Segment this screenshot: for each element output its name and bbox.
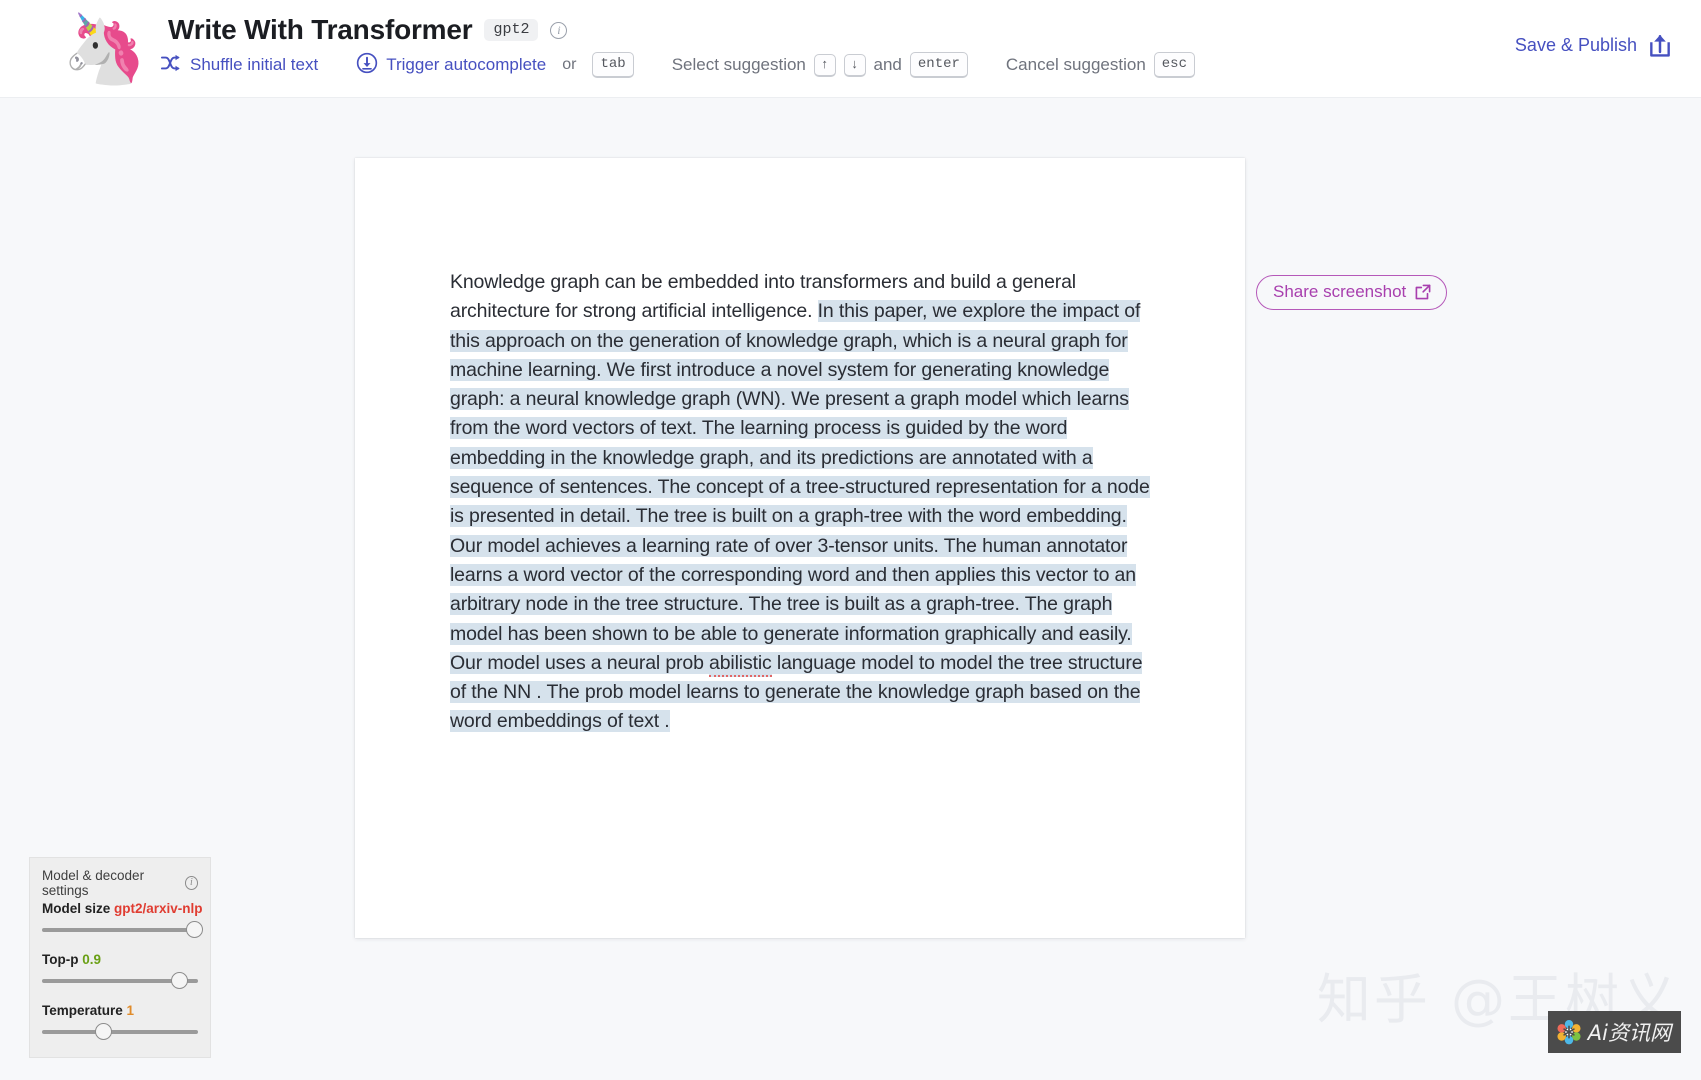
- trigger-autocomplete-button[interactable]: Trigger autocomplete or tab: [356, 52, 634, 79]
- topp-label-row: Top-p 0.9: [42, 952, 198, 967]
- external-link-icon: [1414, 283, 1432, 301]
- temperature-slider-track: [42, 1030, 198, 1034]
- model-size-slider-track: [42, 928, 198, 932]
- editor-card: Knowledge graph can be embedded into tra…: [355, 158, 1245, 938]
- shortcut-bar: Shuffle initial text Trigger autocomplet…: [160, 52, 1195, 78]
- temperature-label-row: Temperature 1: [42, 1003, 198, 1018]
- model-size-slider[interactable]: [42, 921, 203, 939]
- model-size-label: Model size: [42, 901, 111, 916]
- select-suggestion-group: Select suggestion ↑ ↓ and enter: [672, 52, 968, 78]
- ai-site-badge: Ai资讯网: [1547, 1011, 1681, 1053]
- temperature-value: 1: [126, 1003, 135, 1018]
- save-and-publish-label: Save & Publish: [1514, 35, 1637, 55]
- model-size-slider-thumb[interactable]: [185, 921, 203, 938]
- title-row: Write With Transformer gpt2 i: [168, 14, 568, 46]
- shuffle-initial-text-button[interactable]: Shuffle initial text: [160, 53, 318, 78]
- settings-info-icon[interactable]: i: [184, 876, 198, 890]
- flower-logo-icon: [1556, 1019, 1582, 1045]
- cancel-suggestion-label: Cancel suggestion: [1005, 55, 1146, 74]
- unicorn-logo-icon: 🦄: [62, 11, 147, 87]
- settings-header: Model & decoder settings i: [42, 868, 198, 898]
- cancel-suggestion-group: Cancel suggestion esc: [1006, 52, 1195, 78]
- temperature-slider-thumb[interactable]: [95, 1023, 113, 1040]
- key-arrow-down[interactable]: ↓: [843, 53, 866, 77]
- document-text[interactable]: Knowledge graph can be embedded into tra…: [450, 268, 1150, 737]
- model-size-label-row: Model size gpt2/arxiv-nlp: [42, 901, 203, 916]
- topp-slider-thumb[interactable]: [171, 972, 189, 989]
- settings-title: Model & decoder settings: [42, 868, 145, 898]
- model-decoder-settings-panel: Model & decoder settings i Model size gp…: [29, 857, 211, 1058]
- autocomplete-label: Trigger autocomplete: [386, 55, 547, 74]
- save-and-publish-button[interactable]: Save & Publish: [1515, 32, 1673, 59]
- model-size-value: gpt2/arxiv-nlp: [114, 901, 203, 916]
- share-screenshot-label: Share screenshot: [1273, 282, 1407, 301]
- and-label: and: [873, 55, 902, 74]
- key-enter[interactable]: enter: [909, 52, 968, 78]
- select-suggestion-label: Select suggestion: [671, 55, 806, 74]
- temperature-label: Temperature: [42, 1003, 123, 1018]
- key-esc[interactable]: esc: [1153, 52, 1195, 78]
- topp-slider[interactable]: [42, 972, 198, 990]
- key-arrow-up[interactable]: ↑: [813, 53, 836, 77]
- model-badge[interactable]: gpt2: [484, 19, 539, 41]
- ai-site-badge-label: Ai资讯网: [1587, 1021, 1671, 1045]
- topp-value: 0.9: [82, 952, 102, 967]
- app-header: 🦄 Write With Transformer gpt2 i Shuffle …: [0, 0, 1701, 98]
- generated-text-part1: In this paper, we explore the impact of …: [450, 300, 1150, 674]
- page-title: Write With Transformer: [168, 14, 473, 45]
- shuffle-icon: [160, 53, 182, 78]
- key-tab[interactable]: tab: [592, 52, 634, 78]
- share-screenshot-button[interactable]: Share screenshot: [1256, 275, 1448, 310]
- topp-label: Top-p: [42, 952, 79, 967]
- misspelled-word: abilistic: [709, 651, 772, 677]
- app-root: 🦄 Write With Transformer gpt2 i Shuffle …: [0, 0, 1701, 1080]
- temperature-slider[interactable]: [42, 1023, 198, 1041]
- info-icon[interactable]: i: [550, 21, 568, 39]
- download-circle-icon: [356, 52, 378, 79]
- shuffle-label: Shuffle initial text: [190, 55, 319, 74]
- or-label: or: [562, 56, 577, 73]
- upload-icon: [1647, 32, 1673, 59]
